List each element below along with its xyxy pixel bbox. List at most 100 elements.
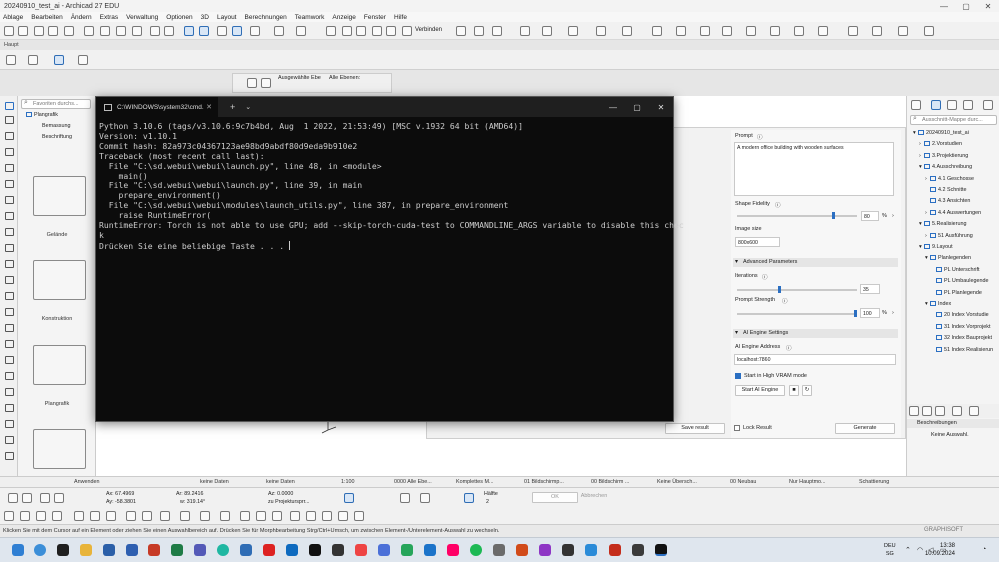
settings-icon[interactable] (848, 26, 858, 36)
language-indicator[interactable]: DEU SG (884, 542, 896, 558)
connect-icon[interactable] (402, 26, 412, 36)
shading-dropdown[interactable]: Schattierung (859, 478, 889, 487)
app-icon[interactable] (57, 544, 69, 556)
shell-tool-icon[interactable] (5, 212, 14, 220)
render-icon[interactable] (676, 26, 686, 36)
copy-icon[interactable] (100, 26, 110, 36)
curve-icon[interactable] (272, 511, 282, 521)
marquee-icon[interactable] (28, 55, 38, 65)
section-marker-icon[interactable] (322, 511, 332, 521)
menu-anzeige[interactable]: Anzeige (332, 14, 356, 21)
ai-engine-settings-header[interactable]: AI Engine Settings (733, 329, 898, 338)
mirror-icon[interactable] (106, 511, 116, 521)
app4-icon[interactable] (401, 544, 413, 556)
generate-button[interactable]: Generate (835, 423, 895, 434)
view-map-item[interactable]: PL Planlegende (931, 289, 982, 296)
chevron-up-icon[interactable]: ⌃ (905, 546, 911, 554)
music-icon[interactable] (447, 544, 459, 556)
magic-wand-icon[interactable] (20, 511, 30, 521)
align-icon[interactable] (456, 26, 466, 36)
cmd-minimize-button[interactable]: — (601, 103, 625, 112)
snap-guide-icon[interactable] (464, 493, 474, 503)
maximize-button[interactable]: ▢ (955, 2, 977, 11)
renovation-dropdown[interactable]: 00 Neubau (730, 478, 756, 487)
chevron-down-icon[interactable]: ⌄ (245, 103, 251, 111)
delete-view-icon[interactable] (952, 406, 962, 416)
pet-palette-icon[interactable] (4, 511, 14, 521)
fill-icon[interactable] (74, 511, 84, 521)
folder-icon[interactable] (33, 260, 86, 300)
outlook-icon[interactable] (103, 544, 115, 556)
view-map-item[interactable]: › 4.4 Auswertungen (925, 209, 981, 216)
group-icon[interactable] (492, 26, 502, 36)
suspend-groups-icon[interactable] (420, 493, 430, 503)
split-icon[interactable] (326, 26, 336, 36)
archicad-icon[interactable] (240, 544, 252, 556)
view-map-item[interactable]: 51 Index Realisierun (931, 346, 993, 353)
grid-icon[interactable] (199, 26, 209, 36)
windows-start-icon[interactable] (12, 544, 24, 556)
scale-dropdown[interactable]: 1:100 (341, 478, 355, 487)
iterations-slider[interactable] (737, 286, 857, 293)
menu-fenster[interactable]: Fenster (364, 14, 386, 21)
view-settings-icon[interactable] (969, 406, 979, 416)
terminal-icon[interactable] (655, 544, 667, 556)
close-tab-icon[interactable]: ✕ (206, 103, 212, 111)
menu-verwaltung[interactable]: Verwaltung (126, 14, 158, 21)
stop-icon[interactable]: ■ (789, 385, 799, 396)
roof-tool-icon[interactable] (5, 196, 14, 204)
project-map-icon[interactable] (911, 100, 921, 110)
browser-icon[interactable] (217, 544, 229, 556)
clock[interactable]: 13:38 10.09.2024 (925, 542, 955, 558)
view-map-item[interactable]: 20 Index Vorstudie (931, 312, 989, 318)
cmd-close-button[interactable]: ✕ (649, 103, 673, 112)
print-icon[interactable] (48, 26, 58, 36)
chevron-right-icon[interactable]: › (892, 310, 894, 316)
grid-snap-icon[interactable] (126, 511, 136, 521)
guide-icon[interactable] (217, 26, 227, 36)
explode-icon[interactable] (240, 511, 250, 521)
cut-icon[interactable] (84, 26, 94, 36)
pen-set-dropdown[interactable]: 01 Bildschirmp... (524, 478, 564, 487)
app6-icon[interactable] (493, 544, 505, 556)
snap-points-icon[interactable] (54, 493, 64, 503)
powerpoint-icon[interactable] (148, 544, 160, 556)
cmd-maximize-button[interactable]: ▢ (625, 103, 649, 112)
menu-teamwork[interactable]: Teamwork (295, 14, 325, 21)
walls-icon[interactable] (700, 26, 710, 36)
curtain-wall-tool-icon[interactable] (5, 324, 14, 332)
trim-icon[interactable] (256, 511, 266, 521)
arrow-tool-icon[interactable] (5, 102, 14, 110)
view-map-item[interactable]: ▾ 9.Layout (919, 244, 953, 250)
shape-fidelity-slider[interactable] (737, 212, 857, 219)
guide-lines-icon[interactable] (40, 493, 50, 503)
elevate-icon[interactable] (180, 511, 190, 521)
eyedropper-icon[interactable] (274, 26, 284, 36)
tree-item-plangrafik[interactable]: Plangrafik (34, 112, 58, 118)
model-view-dropdown[interactable]: Komplettes M... (456, 478, 493, 487)
notification-icon[interactable]: ◔ (982, 546, 986, 553)
menu-extras[interactable]: Extras (100, 14, 118, 21)
app9-icon[interactable] (562, 544, 574, 556)
prompt-textarea[interactable]: A modern office building with wooden sur… (734, 142, 894, 196)
app5-icon[interactable] (424, 544, 436, 556)
prompt-strength-input[interactable]: 100 (860, 308, 880, 318)
plot-icon[interactable] (64, 26, 74, 36)
delete-icon[interactable] (132, 26, 142, 36)
high-vram-checkbox[interactable] (735, 373, 741, 379)
apply-button[interactable]: Anwenden (74, 478, 99, 487)
arrow-select-icon[interactable] (6, 55, 16, 65)
file-explorer-icon[interactable] (80, 544, 92, 556)
view-map-item[interactable]: ▾ Index (925, 301, 951, 307)
save-result-button[interactable]: Save result (665, 423, 725, 434)
railing-tool-icon[interactable] (5, 244, 14, 252)
slab-icon[interactable] (722, 26, 732, 36)
spotify-icon[interactable] (470, 544, 482, 556)
camera-icon[interactable] (872, 26, 882, 36)
menu-layout[interactable]: Layout (217, 14, 237, 21)
lamp-tool-icon[interactable] (5, 308, 14, 316)
favorite-icon[interactable] (232, 26, 242, 36)
pointer-icon[interactable] (78, 55, 88, 65)
lock-icon[interactable] (520, 26, 530, 36)
origin-dropdown[interactable]: zu Projektursprr... (268, 499, 310, 505)
